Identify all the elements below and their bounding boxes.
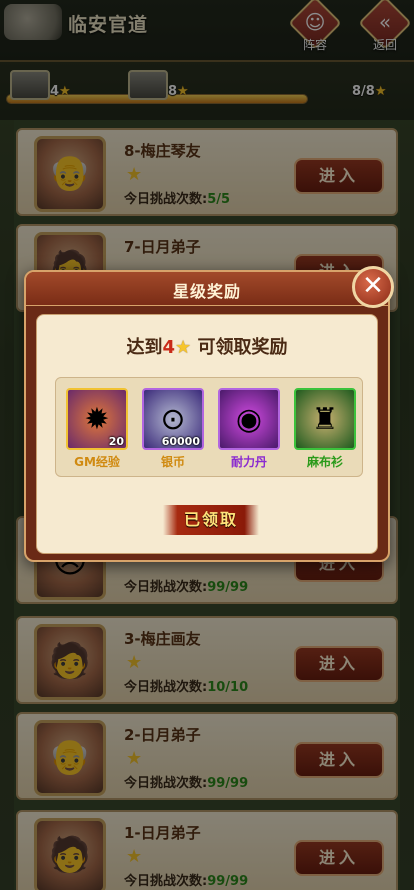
reward-qty: 20 bbox=[108, 435, 124, 448]
dialog-title: 星级奖励 bbox=[172, 282, 241, 301]
dialog-body: 达到4★ 可领取奖励 ✹ 20 GM经验 ⊙ 60000 银币 ◉ 耐力丹 ♜ 麻布… bbox=[36, 314, 378, 554]
req-prefix: 达到 bbox=[126, 337, 163, 358]
close-icon: ✕ bbox=[362, 271, 384, 301]
reward-qty: 60000 bbox=[161, 435, 200, 448]
claimed-status: 已领取 bbox=[163, 505, 259, 535]
reward-list: ✹ 20 GM经验 ⊙ 60000 银币 ◉ 耐力丹 ♜ 麻布衫 bbox=[55, 377, 363, 477]
reward-item[interactable]: ♜ 麻布衫 bbox=[294, 388, 356, 470]
requirement-text: 达到4★ 可领取奖励 bbox=[37, 333, 377, 359]
linen-robe-icon: ♜ bbox=[294, 388, 356, 450]
reward-name: 银币 bbox=[160, 455, 185, 469]
reward-item[interactable]: ✹ 20 GM经验 bbox=[66, 388, 128, 470]
star-icon: ★ bbox=[175, 337, 192, 358]
reward-item[interactable]: ⊙ 60000 银币 bbox=[142, 388, 204, 470]
reward-name: GM经验 bbox=[74, 455, 120, 469]
dialog-header: 星级奖励 bbox=[26, 272, 388, 306]
reward-name: 耐力丹 bbox=[230, 455, 267, 469]
reward-name: 麻布衫 bbox=[306, 455, 343, 469]
close-button[interactable]: ✕ bbox=[352, 266, 394, 308]
req-suffix: 可领取奖励 bbox=[197, 337, 288, 358]
gm-exp-orb-icon: ✹ 20 bbox=[66, 388, 128, 450]
req-count: 4 bbox=[162, 337, 176, 358]
star-reward-dialog: 星级奖励 ✕ 达到4★ 可领取奖励 ✹ 20 GM经验 ⊙ 60000 银币 ◉ 耐… bbox=[24, 266, 394, 562]
silver-coin-icon: ⊙ 60000 bbox=[142, 388, 204, 450]
stamina-pill-icon: ◉ bbox=[218, 388, 280, 450]
reward-item[interactable]: ◉ 耐力丹 bbox=[218, 388, 280, 470]
